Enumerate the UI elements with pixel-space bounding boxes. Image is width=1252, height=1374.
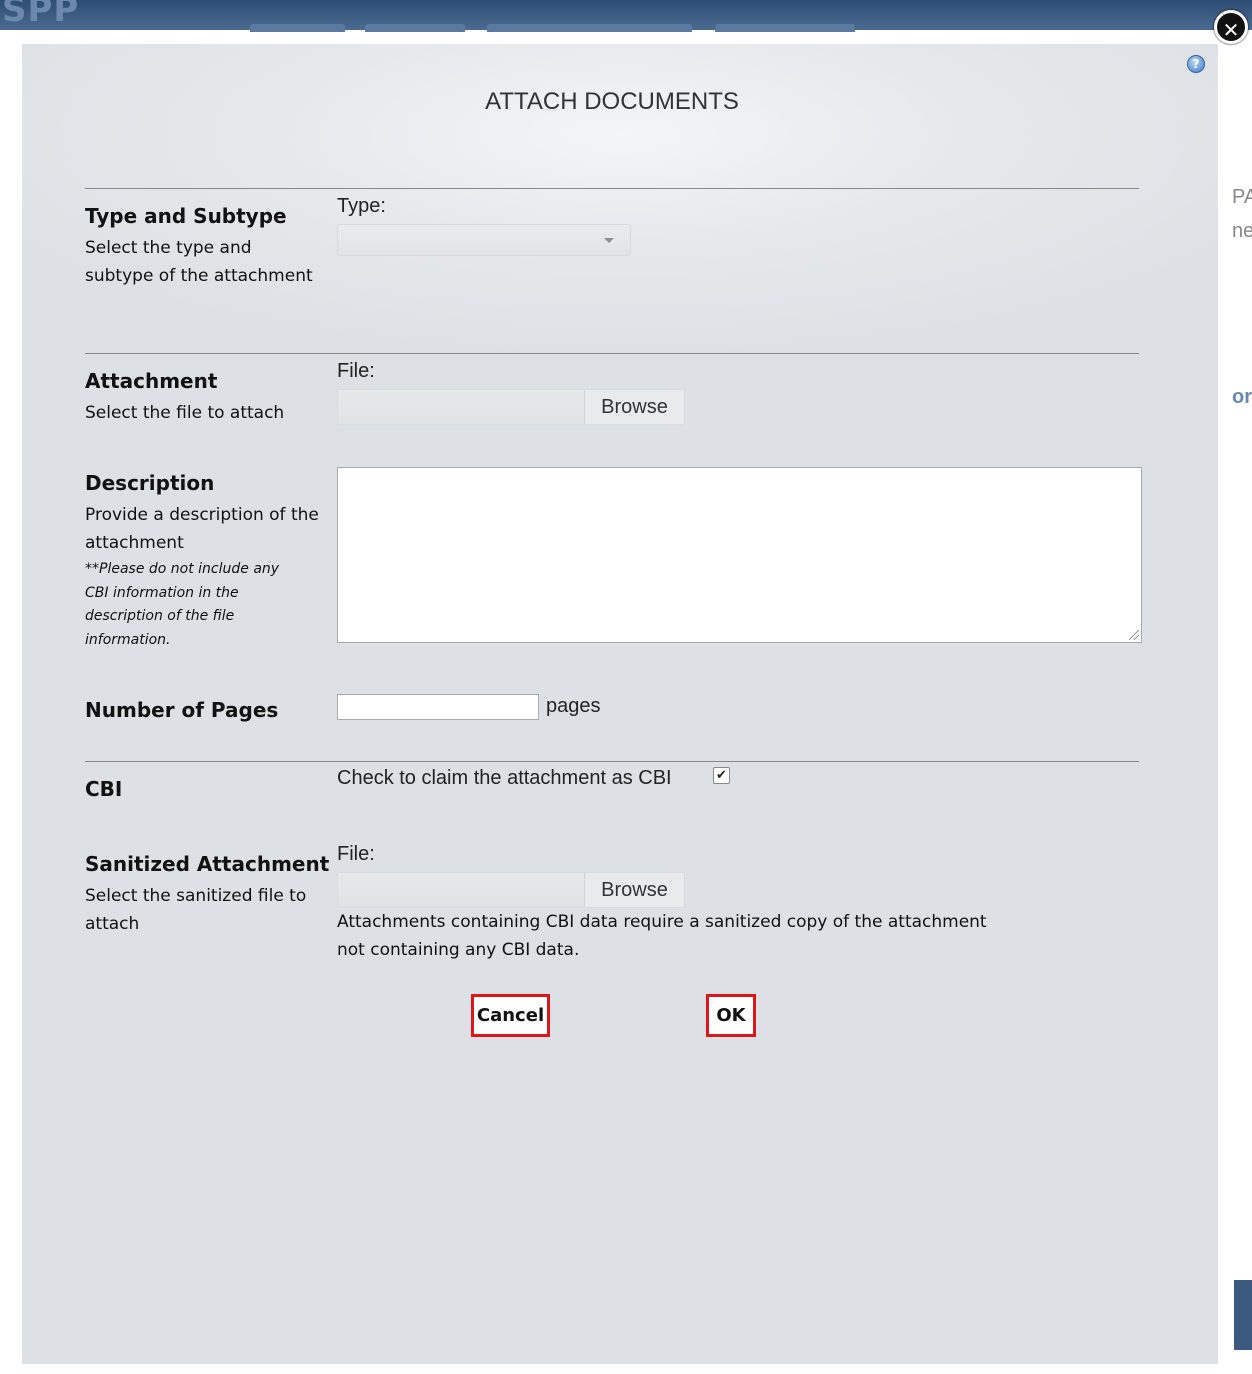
background-tab bbox=[365, 24, 465, 32]
number-of-pages-heading: Number of Pages bbox=[85, 698, 279, 722]
cbi-checkbox-label: Check to claim the attachment as CBI bbox=[337, 767, 672, 789]
background-tab bbox=[250, 24, 345, 32]
description-heading: Description bbox=[85, 471, 215, 495]
section-divider bbox=[85, 353, 1139, 354]
background-logo: SPP bbox=[2, 0, 80, 30]
pages-unit-label: pages bbox=[546, 695, 601, 717]
attachment-file-label: File: bbox=[337, 360, 375, 382]
background-text-fragment: or bbox=[1232, 386, 1252, 408]
background-text-fragment: ne bbox=[1232, 220, 1252, 242]
type-field-label: Type: bbox=[337, 195, 386, 217]
cancel-button[interactable]: Cancel bbox=[471, 994, 550, 1037]
description-cbi-warning: **Please do not include any CBI informat… bbox=[85, 561, 280, 648]
cbi-heading: CBI bbox=[85, 777, 123, 801]
sanitized-requirement-note: Attachments containing CBI data require … bbox=[337, 912, 987, 960]
sanitized-attachment-heading: Sanitized Attachment bbox=[85, 852, 330, 876]
resize-grip-icon[interactable] bbox=[1129, 630, 1139, 640]
sanitized-attachment-description: Select the sanitized file to attach bbox=[85, 886, 307, 934]
dialog-title: ATTACH DOCUMENTS bbox=[485, 88, 739, 115]
type-subtype-description: Select the type and subtype of the attac… bbox=[85, 238, 313, 286]
type-subtype-heading: Type and Subtype bbox=[85, 204, 287, 228]
background-header: SPP bbox=[0, 0, 1252, 32]
sanitized-file-path[interactable] bbox=[338, 873, 584, 907]
attachment-description: Select the file to attach bbox=[85, 403, 285, 423]
attachment-heading: Attachment bbox=[85, 369, 218, 393]
sanitized-file-input[interactable]: Browse bbox=[337, 872, 685, 908]
attachment-file-path[interactable] bbox=[338, 390, 584, 424]
background-tab bbox=[487, 24, 692, 32]
ok-button[interactable]: OK bbox=[706, 994, 756, 1037]
description-textarea[interactable] bbox=[337, 467, 1142, 643]
attachment-browse-button[interactable]: Browse bbox=[584, 390, 684, 424]
type-select[interactable] bbox=[337, 224, 631, 256]
sanitized-browse-button[interactable]: Browse bbox=[584, 873, 684, 907]
attachment-file-input[interactable]: Browse bbox=[337, 389, 685, 425]
section-divider bbox=[85, 761, 1139, 762]
chevron-down-icon bbox=[604, 238, 614, 243]
background-bar bbox=[1234, 1280, 1252, 1350]
cbi-checkbox[interactable]: ✔ bbox=[713, 767, 730, 784]
question-icon[interactable]: ? bbox=[1187, 55, 1205, 73]
description-help-text: Provide a description of the attachment bbox=[85, 505, 319, 553]
close-icon[interactable]: ✕ bbox=[1214, 10, 1248, 44]
background-text-fragment: PA bbox=[1232, 186, 1252, 208]
sanitized-file-label: File: bbox=[337, 843, 375, 865]
background-tab bbox=[715, 24, 855, 32]
pages-input[interactable] bbox=[337, 694, 539, 720]
section-divider bbox=[85, 188, 1139, 189]
